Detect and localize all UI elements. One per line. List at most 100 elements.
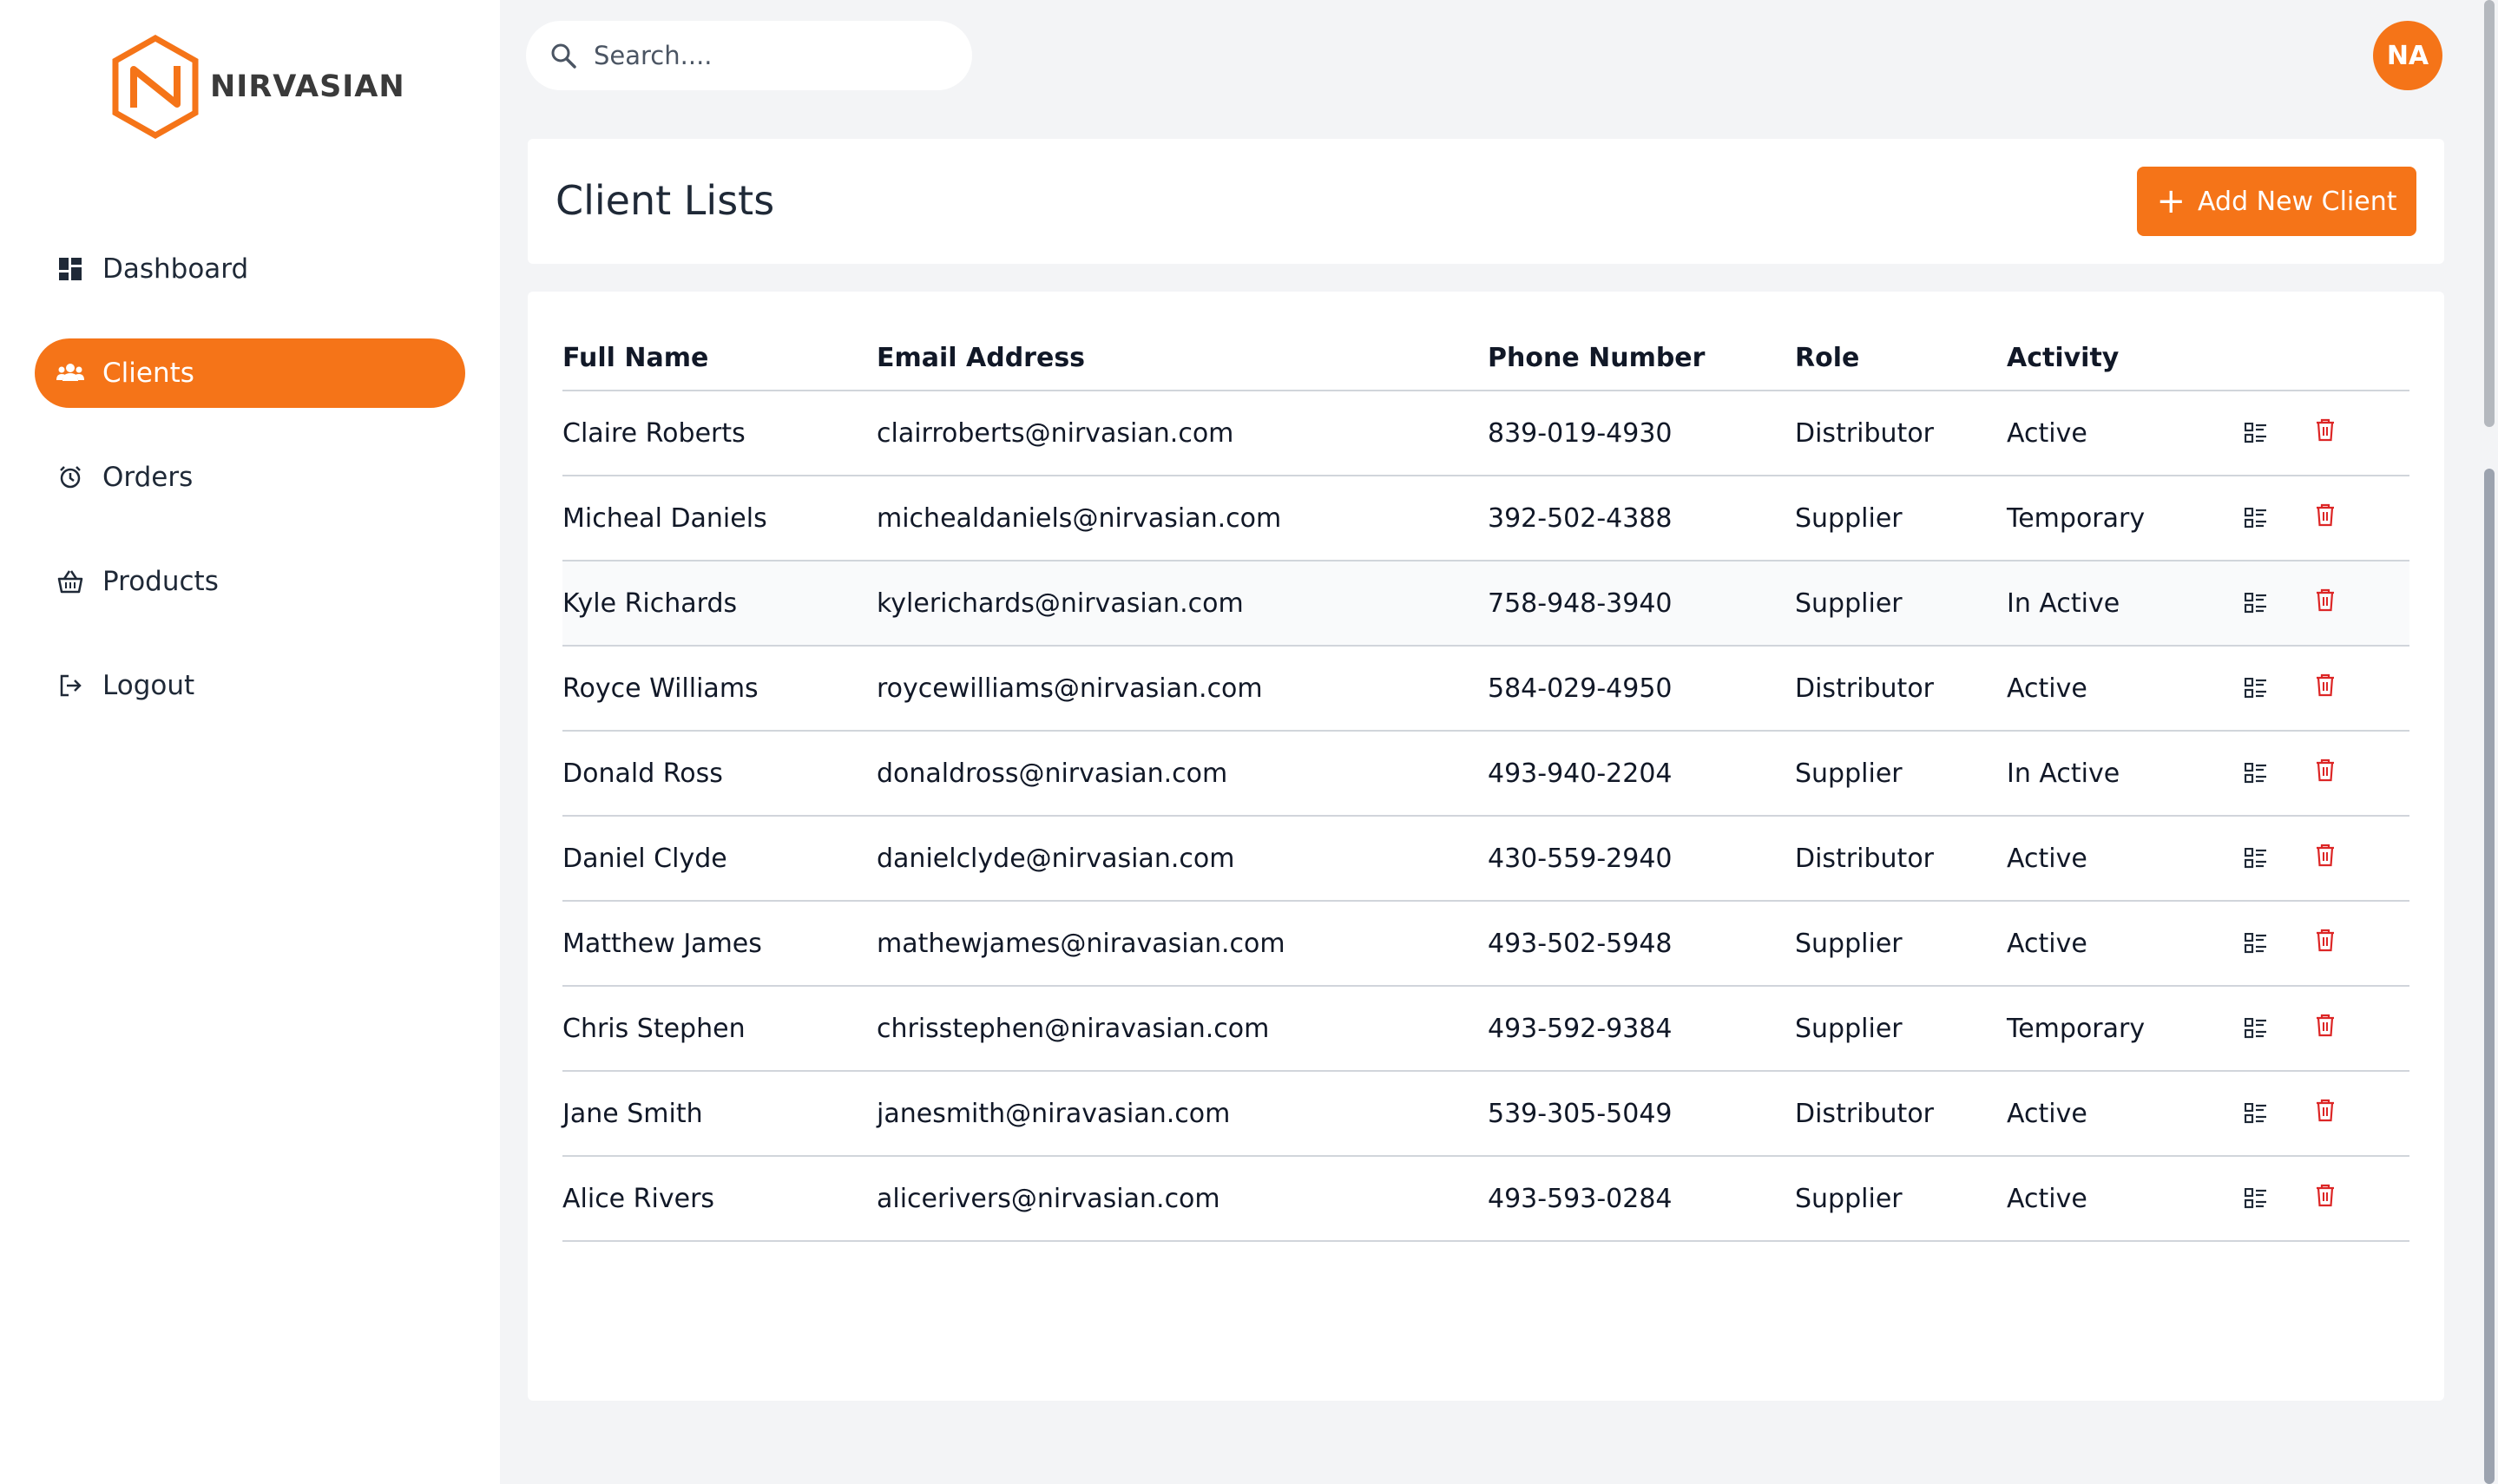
page-scrollbar[interactable]: [2479, 0, 2498, 1484]
table-row[interactable]: Donald Ross donaldross@nirvasian.com 493-9…: [562, 731, 2409, 817]
cell-actions: [2241, 1071, 2409, 1157]
cell-role: Distributor: [1795, 391, 2007, 476]
cell-phone: 392-502-4388: [1488, 476, 1795, 561]
scrollbar-thumb[interactable]: [2484, 469, 2495, 1484]
table-row[interactable]: Royce Williams roycewilliams@nirvasian.co…: [562, 646, 2409, 732]
clients-table: Full Name Email Address Phone Number Rol…: [562, 326, 2409, 1242]
column-header-phone: Phone Number: [1488, 326, 1795, 391]
avatar[interactable]: NA: [2373, 21, 2442, 90]
row-actions: [2241, 673, 2409, 703]
row-actions: [2241, 1099, 2409, 1128]
cell-activity: Active: [2007, 901, 2241, 987]
users-icon: [56, 358, 85, 388]
column-header-role: Role: [1795, 326, 2007, 391]
trash-icon[interactable]: [2311, 755, 2340, 785]
trash-icon[interactable]: [2311, 1180, 2340, 1210]
cell-activity: Temporary: [2007, 986, 2241, 1072]
cell-full-name: Donald Ross: [562, 731, 877, 817]
sidebar-item-label: Logout: [102, 670, 195, 701]
cell-role: Distributor: [1795, 1071, 2007, 1157]
table-row[interactable]: Daniel Clyde danielclyde@nirvasian.com 430…: [562, 816, 2409, 902]
details-list-icon[interactable]: [2241, 929, 2271, 958]
cell-phone: 493-593-0284: [1488, 1156, 1795, 1242]
trash-icon[interactable]: [2311, 585, 2340, 614]
cell-role: Distributor: [1795, 816, 2007, 902]
sidebar-item-dashboard[interactable]: Dashboard: [35, 234, 465, 304]
details-list-icon[interactable]: [2241, 588, 2271, 618]
cell-actions: [2241, 986, 2409, 1072]
basket-icon: [56, 567, 85, 596]
sidebar: NIRVASIAN Dashboard Clients Orders Produ…: [0, 0, 500, 1484]
cell-activity: In Active: [2007, 561, 2241, 647]
trash-icon[interactable]: [2311, 840, 2340, 870]
cell-email: clairroberts@nirvasian.com: [877, 391, 1488, 476]
cell-full-name: Matthew James: [562, 901, 877, 987]
trash-icon[interactable]: [2311, 500, 2340, 529]
cell-phone: 493-940-2204: [1488, 731, 1795, 817]
cell-role: Supplier: [1795, 1156, 2007, 1242]
trash-icon[interactable]: [2311, 1095, 2340, 1125]
table-row[interactable]: Alice Rivers alicerivers@nirvasian.com 493…: [562, 1156, 2409, 1242]
table-row[interactable]: Jane Smith janesmith@niravasian.com 539-30…: [562, 1071, 2409, 1157]
dashboard-icon: [56, 254, 85, 284]
cell-phone: 584-029-4950: [1488, 646, 1795, 732]
table-row[interactable]: Claire Roberts clairroberts@nirvasian.com…: [562, 391, 2409, 476]
table-row[interactable]: Micheal Daniels michealdaniels@nirvasian.…: [562, 476, 2409, 561]
details-list-icon[interactable]: [2241, 503, 2271, 533]
cell-phone: 839-019-4930: [1488, 391, 1795, 476]
cell-actions: [2241, 1156, 2409, 1242]
nirvasian-logo-icon: [112, 35, 199, 139]
trash-icon[interactable]: [2311, 415, 2340, 444]
trash-icon[interactable]: [2311, 1010, 2340, 1040]
trash-icon[interactable]: [2311, 670, 2340, 699]
search-input[interactable]: [594, 41, 941, 70]
table-body: Claire Roberts clairroberts@nirvasian.com…: [562, 391, 2409, 1242]
sidebar-item-products[interactable]: Products: [35, 547, 465, 616]
cell-phone: 539-305-5049: [1488, 1071, 1795, 1157]
cell-actions: [2241, 561, 2409, 647]
cell-role: Supplier: [1795, 561, 2007, 647]
cell-activity: In Active: [2007, 731, 2241, 817]
cell-full-name: Royce Williams: [562, 646, 877, 732]
details-list-icon[interactable]: [2241, 1014, 2271, 1043]
alarm-clock-icon: [56, 463, 85, 492]
page-header-card: Client Lists + Add New Client: [528, 139, 2444, 264]
cell-activity: Active: [2007, 816, 2241, 902]
table-row[interactable]: Chris Stephen chrisstephen@niravasian.com…: [562, 986, 2409, 1072]
details-list-icon[interactable]: [2241, 1184, 2271, 1213]
row-actions: [2241, 844, 2409, 873]
cell-activity: Active: [2007, 646, 2241, 732]
cell-phone: 758-948-3940: [1488, 561, 1795, 647]
sidebar-item-clients[interactable]: Clients: [35, 338, 465, 408]
cell-email: michealdaniels@nirvasian.com: [877, 476, 1488, 561]
brand-logo[interactable]: NIRVASIAN: [109, 35, 405, 139]
details-list-icon[interactable]: [2241, 418, 2271, 448]
search-bar[interactable]: [526, 21, 972, 90]
table-row[interactable]: Kyle Richards kylerichards@nirvasian.com 7…: [562, 561, 2409, 647]
row-actions: [2241, 1014, 2409, 1043]
sidebar-item-orders[interactable]: Orders: [35, 443, 465, 512]
details-list-icon[interactable]: [2241, 758, 2271, 788]
row-actions: [2241, 758, 2409, 788]
details-list-icon[interactable]: [2241, 844, 2271, 873]
sidebar-item-label: Dashboard: [102, 253, 249, 285]
cell-role: Distributor: [1795, 646, 2007, 732]
sidebar-nav: Dashboard Clients Orders Products Logout: [35, 234, 465, 755]
cell-actions: [2241, 646, 2409, 732]
cell-activity: Active: [2007, 1156, 2241, 1242]
sidebar-item-logout[interactable]: Logout: [35, 651, 465, 720]
page-title: Client Lists: [555, 177, 775, 224]
cell-email: kylerichards@nirvasian.com: [877, 561, 1488, 647]
table-row[interactable]: Matthew James mathewjames@niravasian.com 4…: [562, 901, 2409, 987]
cell-email: chrisstephen@niravasian.com: [877, 986, 1488, 1072]
add-new-client-button[interactable]: + Add New Client: [2137, 167, 2416, 236]
cell-email: alicerivers@nirvasian.com: [877, 1156, 1488, 1242]
cell-role: Supplier: [1795, 901, 2007, 987]
trash-icon[interactable]: [2311, 925, 2340, 955]
clients-table-card: Full Name Email Address Phone Number Rol…: [528, 292, 2444, 1401]
cell-activity: Temporary: [2007, 476, 2241, 561]
cell-role: Supplier: [1795, 731, 2007, 817]
plus-icon: +: [2156, 181, 2186, 221]
details-list-icon[interactable]: [2241, 673, 2271, 703]
details-list-icon[interactable]: [2241, 1099, 2271, 1128]
